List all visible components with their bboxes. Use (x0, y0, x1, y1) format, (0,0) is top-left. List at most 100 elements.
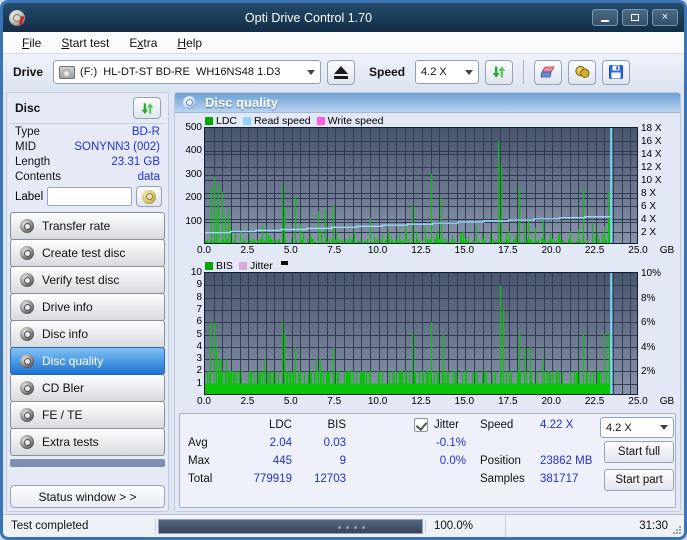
eject-button[interactable] (327, 60, 355, 85)
y-axis-tick-label: 300 (185, 169, 202, 180)
sidebar-item-fe-te[interactable]: FE / TE (10, 401, 165, 429)
test-speed-combobox[interactable]: 4.2 X (600, 417, 674, 438)
disc-icon (183, 96, 196, 109)
chart1-x-axis: 0.02.55.07.510.012.515.017.520.022.525.0… (204, 244, 680, 258)
legend-swatch (205, 117, 213, 125)
chevron-down-icon (465, 70, 473, 75)
sidebar-nav: Transfer rate Create test disc Verify te… (10, 213, 165, 456)
y-axis-tick-label: 3 (196, 353, 202, 364)
maximize-button[interactable] (622, 9, 648, 26)
samples-stat-label: Samples (480, 473, 535, 485)
menu-file[interactable]: File (13, 33, 50, 53)
chart2-right-axis: 10%8%6%4%2% (638, 272, 678, 395)
chart1-left-axis: 500400300200100 (175, 127, 204, 244)
start-full-button[interactable]: Start full (604, 441, 674, 463)
chart2-legend: BISJitter (175, 259, 680, 272)
disc-icon (20, 219, 34, 233)
disc-label-row: Label (10, 184, 165, 211)
y-axis-tick-label: 4 X (641, 214, 656, 225)
progress-section (155, 519, 425, 534)
disc-type-row: TypeBD-R (10, 124, 165, 139)
drive-combobox[interactable]: (F:) HL-DT-ST BD-RE WH16NS48 1.D3 (53, 60, 321, 84)
x-axis-tick-label: 12.5 (411, 396, 430, 407)
sidebar-item-cd-bler[interactable]: CD Bler (10, 374, 165, 402)
save-button[interactable] (602, 60, 630, 85)
start-part-button[interactable]: Start part (604, 469, 674, 491)
chart1-legend: LDCRead speedWrite speed (175, 114, 680, 127)
disc-type-value: BD-R (132, 126, 160, 138)
refresh-icon (140, 101, 155, 116)
progress-bar (158, 519, 423, 534)
speed-value: 4.2 X (421, 66, 447, 78)
y-axis-tick-label: 1 (196, 378, 202, 389)
y-axis-tick-label: 6% (641, 317, 655, 328)
y-axis-tick-label: 4 (196, 341, 202, 352)
app-icon (9, 10, 25, 26)
legend-item: BIS (205, 260, 233, 272)
y-axis-tick-label: 4% (641, 342, 655, 353)
sound-settings-button[interactable] (568, 60, 596, 85)
max-bis-value: 9 (298, 455, 346, 467)
sidebar-item-extra-tests[interactable]: Extra tests (10, 428, 165, 456)
disc-quality-panel: Disc quality LDCRead speedWrite speed 50… (174, 92, 681, 512)
x-axis-tick-label: 10.0 (368, 396, 387, 407)
close-button[interactable]: × (652, 9, 678, 26)
sidebar-item-disc-info[interactable]: Disc info (10, 320, 165, 348)
disc-icon (20, 273, 34, 287)
menu-start-test[interactable]: Start test (52, 33, 118, 53)
drive-label: Drive (13, 65, 43, 79)
refresh-speeds-button[interactable] (485, 60, 513, 85)
speed-combobox[interactable]: 4.2 X (415, 60, 479, 84)
label-caption: Label (15, 191, 43, 203)
ldc-column-header: LDC (210, 419, 292, 431)
menu-extra[interactable]: Extra (120, 33, 166, 53)
max-jitter-value: 0.0% (418, 455, 466, 467)
y-axis-tick-label: 18 X (641, 123, 662, 134)
status-window-button[interactable]: Status window > > (10, 485, 165, 508)
refresh-icon (491, 64, 507, 80)
jitter-checkbox-label: Jitter (434, 419, 474, 431)
x-axis-tick-label: 20.0 (541, 396, 560, 407)
legend-swatch (243, 117, 251, 125)
eject-icon (334, 66, 348, 79)
jitter-checkbox[interactable] (414, 418, 428, 432)
y-axis-tick-label: 6 X (641, 201, 656, 212)
y-axis-tick-label: 12 X (641, 162, 662, 173)
avg-ldc-value: 2.04 (210, 437, 292, 449)
disc-length-row: Length23.31 GB (10, 154, 165, 169)
avg-jitter-value: -0.1% (418, 437, 466, 449)
stats-panel: LDC BIS Jitter Avg 2.04 0.03 -0.1% Max 4… (179, 413, 676, 508)
x-axis-tick-label: 17.5 (498, 245, 517, 256)
sidebar-item-disc-quality[interactable]: Disc quality (10, 347, 165, 375)
x-axis-tick-label: GB (660, 396, 674, 407)
disc-contents-row: Contentsdata (10, 169, 165, 184)
erase-disc-button[interactable] (534, 60, 562, 85)
chevron-down-icon (307, 70, 315, 75)
disc-label-button[interactable] (136, 186, 162, 207)
speed-stat-label: Speed (480, 419, 535, 431)
y-axis-tick-label: 400 (185, 145, 202, 156)
bis-chart: BISJitter 10987654321 10%8%6%4%2% 0.02.5… (175, 259, 680, 409)
y-axis-tick-label: 7 (196, 304, 202, 315)
chart2-left-axis: 10987654321 (175, 272, 204, 395)
sidebar-item-drive-info[interactable]: Drive info (10, 293, 165, 321)
disc-mid-row: MIDSONYNN3 (002) (10, 139, 165, 154)
x-axis-tick-label: 10.0 (368, 245, 387, 256)
title-bar: Opti Drive Control 1.70 × (3, 3, 684, 32)
chart2-plot (204, 272, 638, 395)
chevron-down-icon (660, 425, 668, 430)
x-axis-tick-label: 5.0 (284, 396, 298, 407)
disc-icon (20, 246, 34, 260)
sidebar-item-verify-test-disc[interactable]: Verify test disc (10, 266, 165, 294)
sidebar-item-create-test-disc[interactable]: Create test disc (10, 239, 165, 267)
refresh-disc-button[interactable] (133, 97, 161, 119)
x-axis-tick-label: 25.0 (628, 245, 647, 256)
position-stat-label: Position (480, 455, 535, 467)
drive-icon (59, 66, 75, 79)
menu-help[interactable]: Help (168, 33, 211, 53)
sidebar-item-transfer-rate[interactable]: Transfer rate (10, 212, 165, 240)
resize-grip[interactable] (668, 515, 684, 537)
speed-label: Speed (369, 65, 405, 79)
disc-label-input[interactable] (47, 187, 132, 206)
minimize-button[interactable] (592, 9, 618, 26)
